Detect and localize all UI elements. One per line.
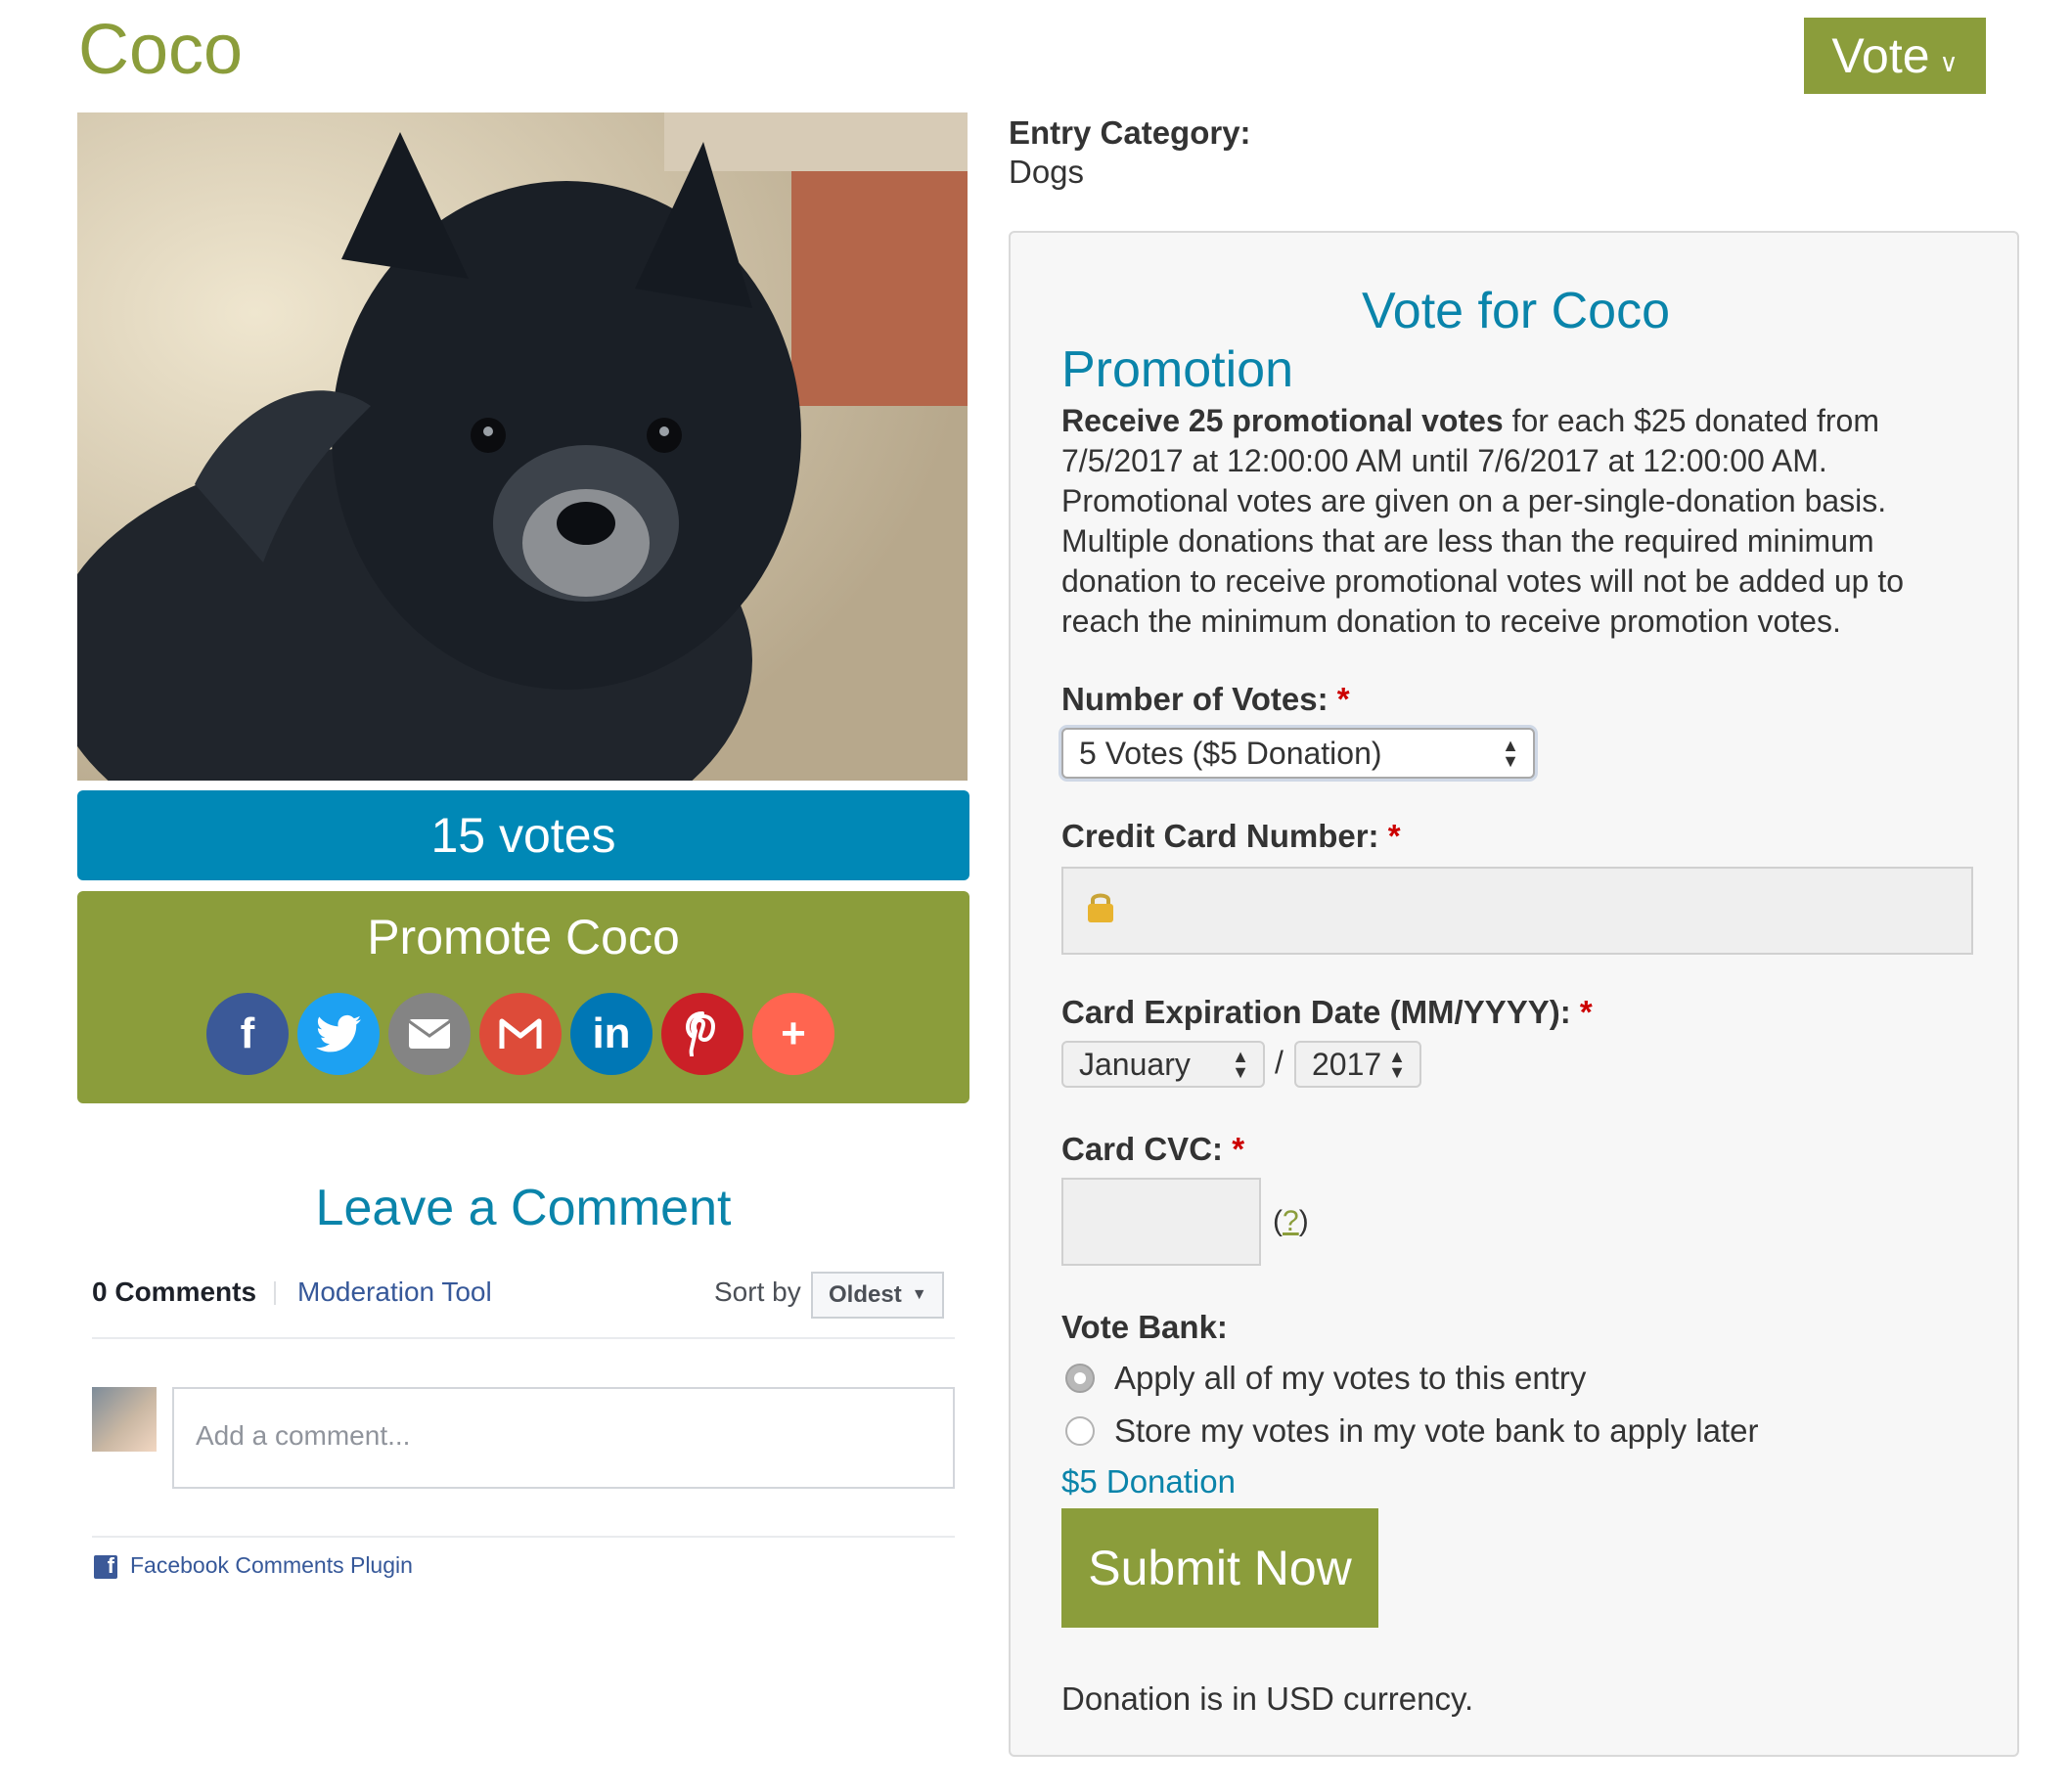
sort-select[interactable]: Oldest ▼ [811, 1272, 944, 1319]
paren-open: ( [1273, 1205, 1283, 1237]
exp-year-select[interactable]: 2017 ▲ ▼ [1294, 1041, 1421, 1088]
vote-count-bar: 15 votes [77, 790, 969, 880]
email-icon[interactable] [388, 993, 471, 1075]
option-store[interactable]: Store my votes in my vote bank to apply … [1065, 1412, 1758, 1450]
linkedin-icon[interactable]: in [570, 993, 653, 1075]
caret-down-icon: ▼ [911, 1286, 927, 1303]
facebook-icon: f [94, 1553, 117, 1579]
twitter-icon[interactable] [297, 993, 380, 1075]
exp-month-value: January [1079, 1046, 1191, 1082]
cvc-label: Card CVC: * [1061, 1131, 1244, 1168]
vote-dropdown-button[interactable]: Vote ∨ [1804, 18, 1986, 94]
sort-label: Sort by [714, 1277, 801, 1307]
select-arrows-icon: ▲ ▼ [1502, 736, 1519, 771]
entry-category-value: Dogs [1009, 154, 1085, 190]
exp-year-value: 2017 [1312, 1046, 1382, 1082]
comment-input[interactable]: Add a comment... [172, 1387, 955, 1489]
exp-label-text: Card Expiration Date (MM/YYYY): [1061, 994, 1571, 1030]
exp-label: Card Expiration Date (MM/YYYY): * [1061, 994, 1593, 1031]
votes-select-value: 5 Votes ($5 Donation) [1079, 735, 1382, 771]
more-icon[interactable]: + [752, 993, 834, 1075]
moderation-tool-link[interactable]: Moderation Tool [297, 1277, 492, 1308]
currency-note: Donation is in USD currency. [1061, 1680, 1474, 1717]
avatar [92, 1387, 157, 1452]
required-mark: * [1387, 818, 1401, 854]
radio-apply[interactable] [1065, 1364, 1095, 1393]
credit-card-input[interactable] [1061, 867, 1973, 955]
separator [274, 1281, 276, 1305]
entry-photo [77, 112, 968, 781]
entry-category-label: Entry Category: [1009, 114, 1251, 151]
option-store-label: Store my votes in my vote bank to apply … [1114, 1412, 1759, 1449]
vote-button-label: Vote [1831, 28, 1930, 83]
date-separator: / [1275, 1045, 1284, 1080]
cc-label-text: Credit Card Number: [1061, 818, 1379, 854]
promote-panel: Promote Coco f in + [77, 891, 969, 1103]
gmail-icon[interactable] [479, 993, 562, 1075]
facebook-icon[interactable]: f [206, 993, 289, 1075]
exp-month-select[interactable]: January ▲ ▼ [1061, 1041, 1265, 1088]
page-title: Coco [78, 11, 244, 89]
share-buttons: f in + [206, 993, 843, 1075]
required-mark: * [1579, 994, 1593, 1030]
votes-label: Number of Votes: * [1061, 681, 1350, 718]
cc-label: Credit Card Number: * [1061, 818, 1401, 855]
promotion-details: for each $25 donated from 7/5/2017 at 12… [1061, 403, 1904, 639]
votes-label-text: Number of Votes: [1061, 681, 1329, 717]
chevron-down-icon: ∨ [1939, 47, 1959, 77]
donation-amount: $5 Donation [1061, 1463, 1236, 1500]
vote-form-panel: Vote for Coco Promotion Receive 25 promo… [1009, 231, 2019, 1757]
pinterest-icon[interactable] [661, 993, 743, 1075]
submit-button[interactable]: Submit Now [1061, 1508, 1378, 1628]
divider [92, 1536, 955, 1538]
comment-heading: Leave a Comment [315, 1180, 732, 1236]
vote-form-title: Vote for Coco [1361, 283, 1671, 339]
cvc-label-text: Card CVC: [1061, 1131, 1224, 1167]
option-apply-label: Apply all of my votes to this entry [1114, 1360, 1587, 1396]
sort-value: Oldest [829, 1281, 902, 1308]
vote-bank-label: Vote Bank: [1061, 1309, 1228, 1345]
required-mark: * [1232, 1131, 1245, 1167]
paren-close: ) [1298, 1205, 1309, 1237]
cvc-help-link[interactable]: ? [1283, 1205, 1299, 1237]
divider [92, 1337, 955, 1339]
comments-count: 0 Comments [92, 1277, 257, 1307]
promotion-text: Receive 25 promotional votes for each $2… [1061, 401, 1961, 642]
lock-icon [1088, 893, 1113, 922]
select-arrows-icon: ▲ ▼ [1232, 1047, 1249, 1082]
select-arrows-icon: ▲ ▼ [1388, 1047, 1406, 1082]
promotion-bold: Receive 25 promotional votes [1061, 403, 1504, 438]
required-mark: * [1336, 681, 1350, 717]
votes-select[interactable]: 5 Votes ($5 Donation) ▲ ▼ [1061, 728, 1535, 779]
promote-title: Promote Coco [367, 910, 680, 964]
option-apply[interactable]: Apply all of my votes to this entry [1065, 1360, 1586, 1397]
cvc-help: (?) [1273, 1205, 1309, 1238]
promotion-heading: Promotion [1061, 341, 1293, 398]
cvc-input[interactable] [1061, 1178, 1261, 1266]
facebook-plugin-link[interactable]: Facebook Comments Plugin [130, 1552, 413, 1579]
radio-store[interactable] [1065, 1416, 1095, 1446]
